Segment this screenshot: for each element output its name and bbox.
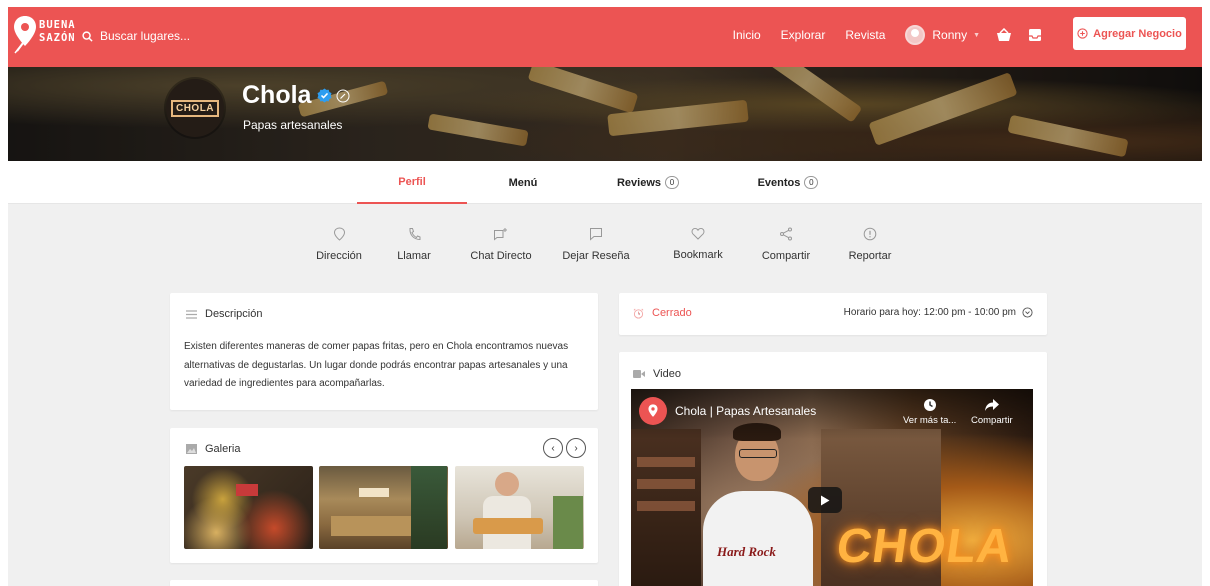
share-icon [780,227,792,241]
tab-eventos[interactable]: Eventos 0 [748,161,828,204]
action-dejar-resena[interactable]: Dejar Reseña [556,227,636,262]
main-nav: Inicio Explorar Revista Ronny ▼ [713,25,1042,45]
list-icon [186,309,197,319]
chevron-left-icon: ‹ [551,442,555,454]
review-icon [590,228,602,241]
gallery-next-button[interactable]: › [566,438,586,458]
alarm-clock-icon [633,308,644,319]
map-pin-logo-icon [648,404,658,417]
play-icon [821,495,830,505]
description-title: Descripción [205,308,263,320]
gallery-card: Galeria ‹ › [170,428,598,563]
next-card [170,580,598,586]
chevron-down-icon: ▼ [973,31,980,39]
inbox-icon[interactable] [1028,28,1042,42]
chevron-right-icon: › [574,442,578,454]
basket-icon[interactable] [996,28,1012,42]
phone-icon [408,228,420,241]
video-person: Hard Rock [703,419,813,586]
video-camera-icon [633,370,645,378]
nav-inicio[interactable]: Inicio [733,28,761,42]
action-compartir[interactable]: Compartir [746,227,826,262]
plus-circle-icon [1077,28,1088,39]
nav-explorar[interactable]: Explorar [781,28,826,42]
user-name: Ronny [932,28,968,42]
video-player[interactable]: Hard Rock CHOLA Chola | Papas Artesanale… [631,389,1033,586]
business-subtitle: Papas artesanales [243,118,343,132]
business-logo: CHOLA [166,79,224,137]
hours-today[interactable]: Horario para hoy: 12:00 pm - 10:00 pm [844,307,1033,318]
tab-perfil[interactable]: Perfil [357,161,467,204]
add-business-label: Agregar Negocio [1093,27,1182,40]
business-logo-text: CHOLA [170,99,220,117]
search-input[interactable] [100,29,280,43]
description-card: Descripción Existen diferentes maneras d… [170,293,598,410]
brand-line-1: BUENA [39,19,76,31]
brand-logo[interactable]: BUENA SAZÓN [13,15,76,59]
eventos-count-badge: 0 [804,176,819,189]
share-arrow-icon [984,399,999,411]
chat-icon [494,228,507,241]
action-reportar[interactable]: Reportar [830,227,910,262]
tab-reviews[interactable]: Reviews 0 [608,161,688,204]
gallery-prev-button[interactable]: ‹ [543,438,563,458]
search-box[interactable] [82,29,280,43]
gallery-photo-2[interactable] [319,466,448,549]
image-icon [186,444,197,454]
watch-later-button[interactable]: Ver más ta... [903,398,956,426]
video-title: Video [653,368,681,380]
tab-menu[interactable]: Menú [478,161,568,204]
nav-revista[interactable]: Revista [845,28,885,42]
description-text: Existen diferentes maneras de comer papa… [184,341,569,389]
gallery-photo-1[interactable] [184,466,313,549]
map-pin-logo-icon [14,16,36,54]
add-business-button[interactable]: Agregar Negocio [1073,17,1186,50]
open-status: Cerrado [652,307,692,319]
channel-logo[interactable] [639,397,667,425]
report-icon [863,227,877,241]
verified-badge-icon [317,88,332,103]
heart-icon [691,227,705,240]
business-name: Chola [242,81,312,109]
app-frame: BUENA SAZÓN Inicio Explorar Revista Ronn… [8,7,1202,586]
action-bookmark[interactable]: Bookmark [658,227,738,261]
action-chat-directo[interactable]: Chat Directo [461,227,541,262]
chevron-down-circle-icon [1022,307,1033,318]
neon-sign: CHOLA [833,520,1017,573]
video-card: Video Hard Rock CHOLA Chola | Papas Arte… [619,352,1047,586]
play-button[interactable] [808,487,842,513]
top-bar: BUENA SAZÓN Inicio Explorar Revista Ronn… [8,7,1202,67]
cover-image: CHOLA Chola Papas artesanales [8,67,1202,161]
avatar [905,25,926,45]
video-player-title[interactable]: Chola | Papas Artesanales [675,404,816,418]
hours-card: Cerrado Horario para hoy: 12:00 pm - 10:… [619,293,1047,335]
brand-line-2: SAZÓN [39,32,76,44]
clock-icon [923,399,936,411]
action-direccion[interactable]: Dirección [299,227,379,262]
profile-tabs: Perfil Menú Reviews 0 Eventos 0 [8,161,1202,204]
map-pin-icon [333,227,345,241]
user-menu[interactable]: Ronny ▼ [905,25,980,45]
search-icon [82,30,93,42]
shirt-text: Hard Rock [717,544,776,559]
gallery-photo-3[interactable] [455,466,584,549]
action-llamar[interactable]: Llamar [374,227,454,262]
edit-icon[interactable] [336,89,350,103]
reviews-count-badge: 0 [665,176,680,189]
gallery-title: Galeria [205,443,241,455]
video-share-button[interactable]: Compartir [971,398,1013,426]
